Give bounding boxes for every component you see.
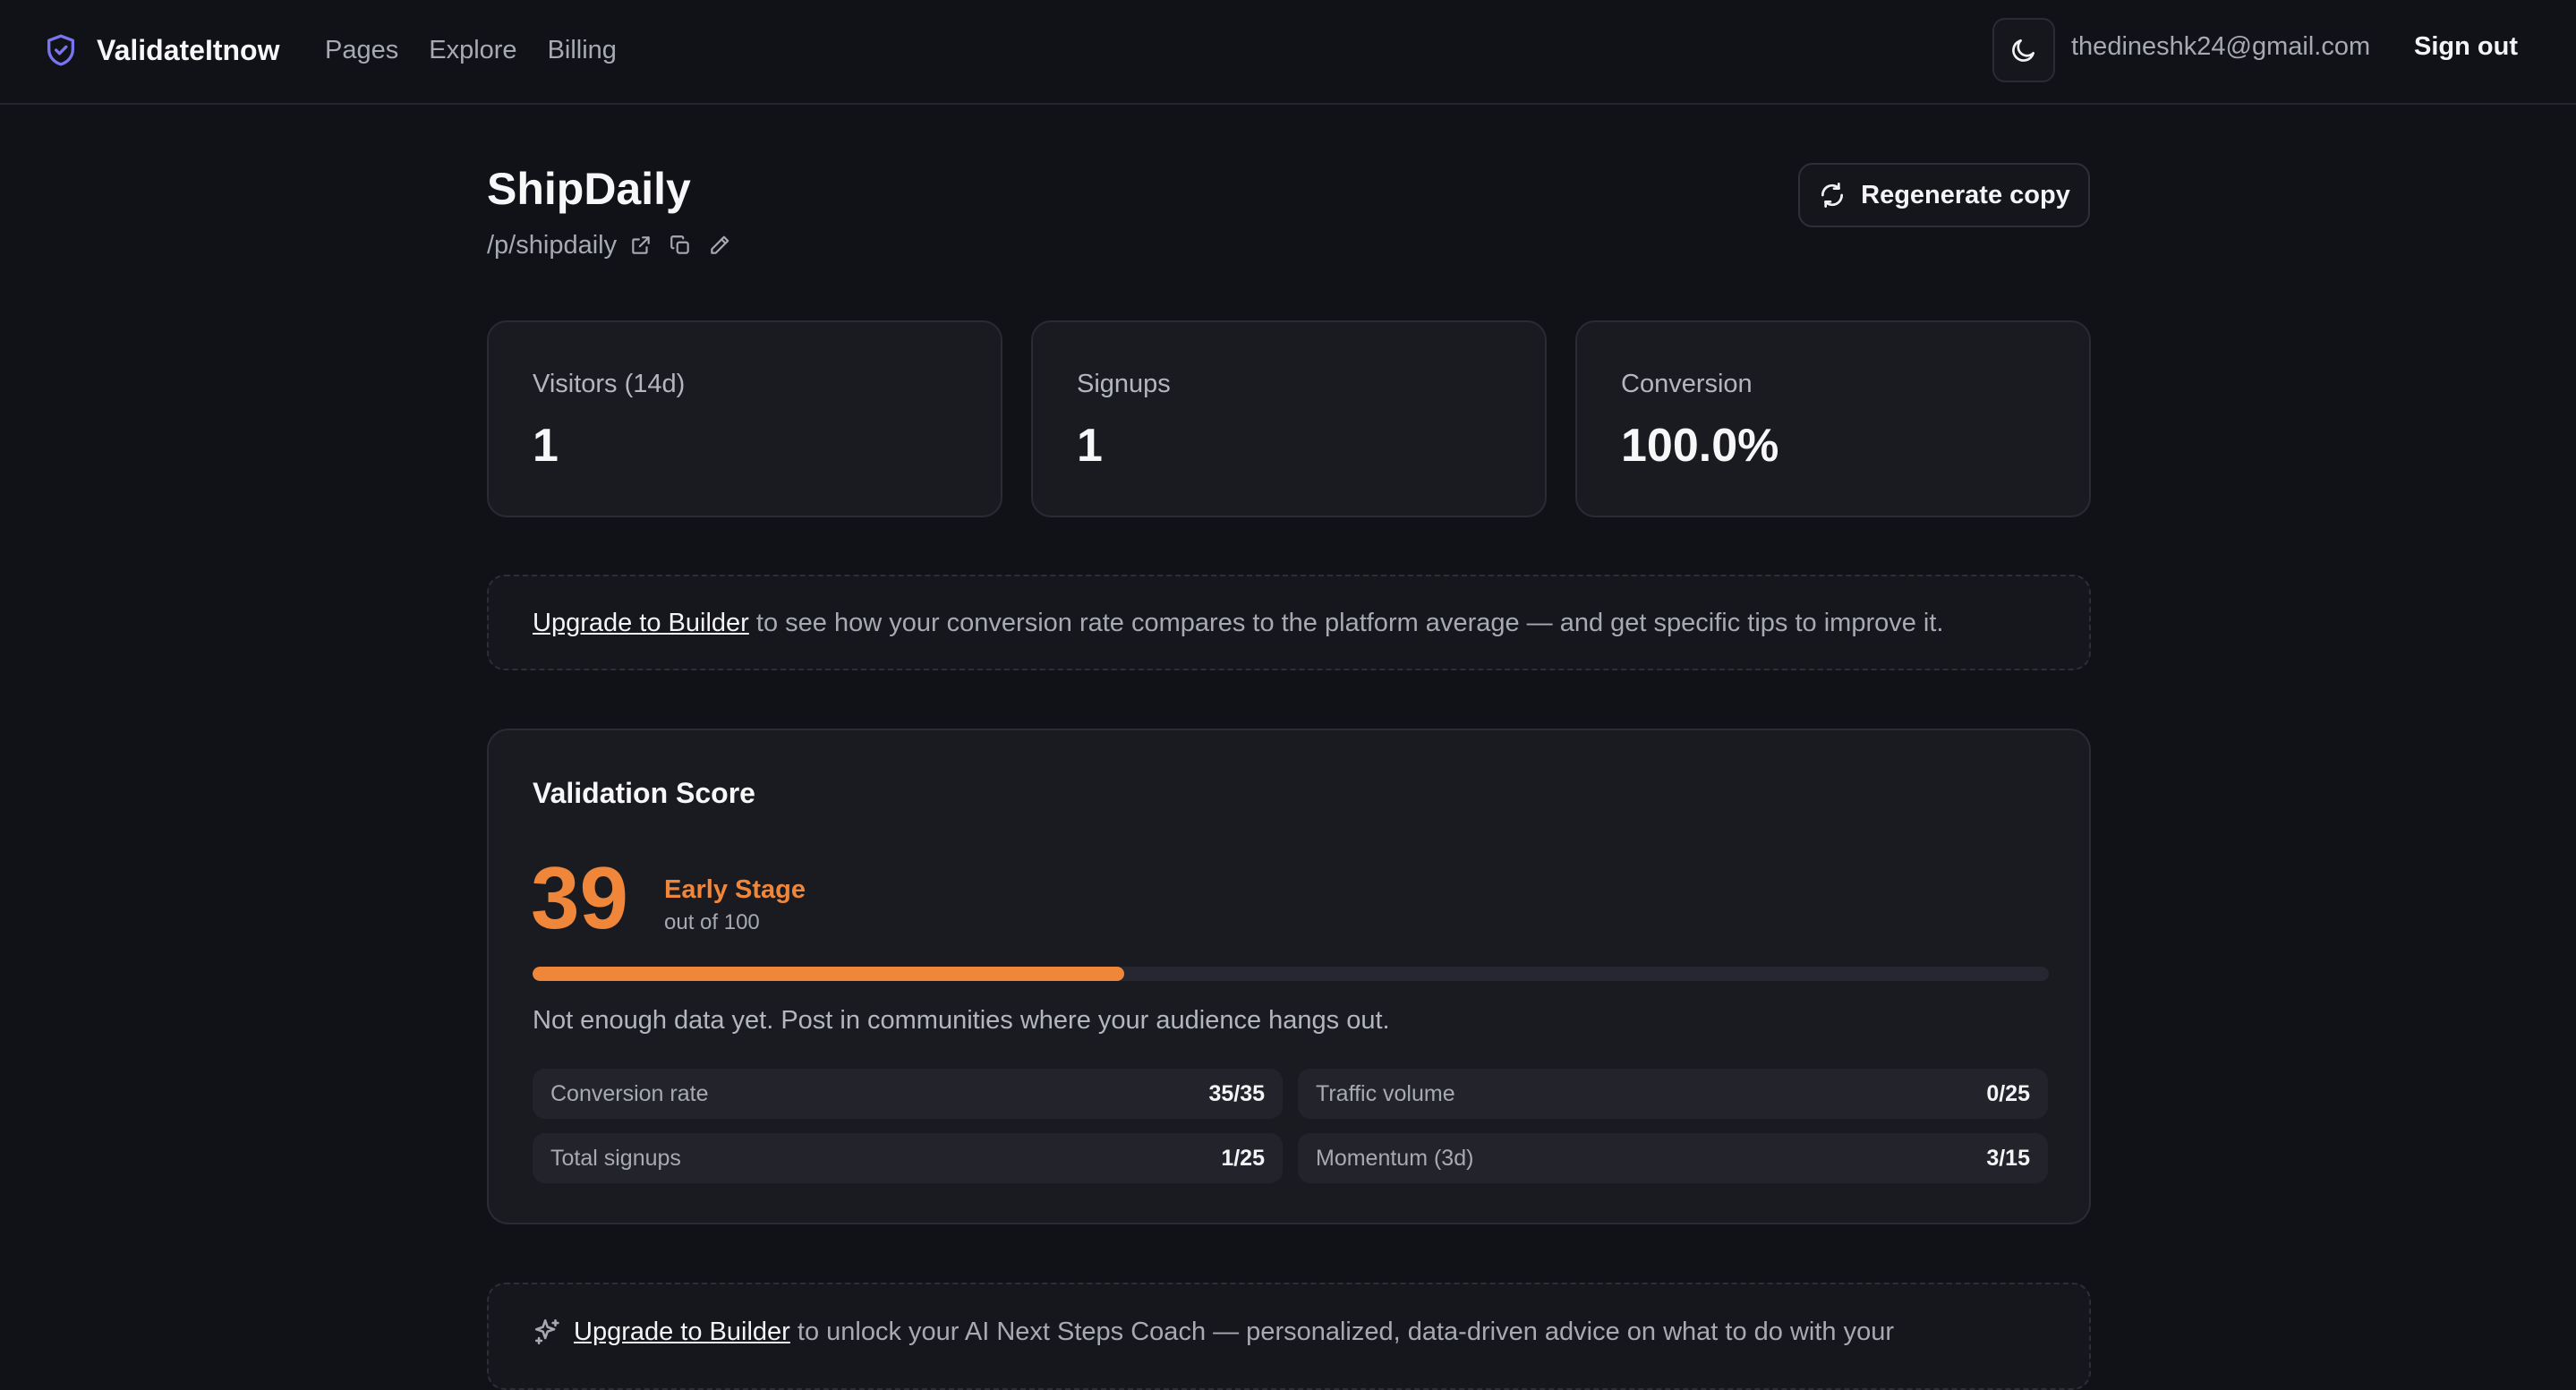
validation-score-number: 39 xyxy=(531,848,629,947)
moon-icon xyxy=(2012,39,2034,62)
page-slug[interactable]: /p/shipdaily xyxy=(487,231,617,260)
nav-link-billing[interactable]: Billing xyxy=(548,36,617,65)
external-link-icon xyxy=(632,236,650,254)
metric-conversion-rate: Conversion rate 35/35 xyxy=(533,1069,1283,1119)
pencil-icon xyxy=(711,235,729,254)
copy-link-button[interactable] xyxy=(665,230,695,260)
open-external-button[interactable] xyxy=(626,230,656,260)
metric-value: 1/25 xyxy=(1221,1146,1265,1171)
metric-label: Total signups xyxy=(550,1146,681,1171)
validation-message: Not enough data yet. Post in communities… xyxy=(533,1006,1390,1035)
metric-value: 0/25 xyxy=(1986,1081,2030,1106)
validation-score-card: Validation Score 39 Early Stage out of 1… xyxy=(487,729,2091,1224)
refresh-icon xyxy=(1821,183,1844,208)
main-nav: Pages Explore Billing xyxy=(325,30,617,70)
stat-card-conversion: Conversion 100.0% xyxy=(1575,320,2091,517)
validation-score-title: Validation Score xyxy=(533,777,755,809)
stat-value: 1 xyxy=(1077,420,1103,472)
regenerate-copy-label: Regenerate copy xyxy=(1861,180,2070,209)
stat-label: Signups xyxy=(1077,370,1171,398)
upgrade-banner-text: Upgrade to Builder to see how your conve… xyxy=(533,609,1943,638)
brand-name: ValidateItnow xyxy=(97,33,280,66)
upgrade-banner: Upgrade to Builder to see how your conve… xyxy=(487,575,2091,670)
stat-value: 1 xyxy=(533,420,559,472)
metric-value: 35/35 xyxy=(1208,1081,1265,1106)
page-slug-row: /p/shipdaily xyxy=(487,229,735,261)
validation-stage-label: Early Stage xyxy=(664,875,806,904)
brand-logo[interactable]: ValidateItnow xyxy=(43,30,279,70)
regenerate-copy-button[interactable]: Regenerate copy xyxy=(1798,163,2090,227)
ai-coach-message: to unlock your AI Next Steps Coach — per… xyxy=(789,1317,1894,1346)
metric-label: Conversion rate xyxy=(550,1081,709,1106)
top-navbar: ValidateItnow Pages Explore Billing thed… xyxy=(0,0,2576,105)
stat-label: Conversion xyxy=(1621,370,1753,398)
sparkles-icon xyxy=(534,1318,559,1345)
shield-check-icon xyxy=(47,34,75,66)
stat-card-visitors: Visitors (14d) 1 xyxy=(487,320,1002,517)
copy-icon xyxy=(670,235,689,254)
stat-value: 100.0% xyxy=(1621,420,1779,472)
ai-coach-text: Upgrade to Builder to unlock your AI Nex… xyxy=(574,1318,1894,1347)
validation-score-max: out of 100 xyxy=(664,910,760,934)
edit-slug-button[interactable] xyxy=(704,230,735,260)
ai-coach-row: Upgrade to Builder to unlock your AI Nex… xyxy=(533,1317,1894,1347)
upgrade-to-builder-link[interactable]: Upgrade to Builder xyxy=(533,609,749,637)
validation-progress-bar xyxy=(533,967,2049,981)
sign-out-button[interactable]: Sign out xyxy=(2414,32,2518,62)
upgrade-to-builder-link[interactable]: Upgrade to Builder xyxy=(574,1318,790,1346)
stat-card-signups: Signups 1 xyxy=(1031,320,1547,517)
metric-label: Traffic volume xyxy=(1316,1081,1455,1106)
upgrade-banner-message: to see how your conversion rate compares… xyxy=(748,609,1944,637)
theme-toggle-button[interactable] xyxy=(1992,18,2055,82)
metric-label: Momentum (3d) xyxy=(1316,1146,1474,1171)
metric-value: 3/15 xyxy=(1986,1146,2030,1171)
metric-traffic-volume: Traffic volume 0/25 xyxy=(1298,1069,2048,1119)
page-title: ShipDaily xyxy=(487,164,691,214)
nav-link-explore[interactable]: Explore xyxy=(429,36,516,65)
metric-total-signups: Total signups 1/25 xyxy=(533,1133,1283,1183)
validation-progress-fill xyxy=(533,967,1124,981)
stat-label: Visitors (14d) xyxy=(533,370,686,398)
user-email: thedineshk24@gmail.com xyxy=(2071,32,2371,61)
ai-coach-banner: Upgrade to Builder to unlock your AI Nex… xyxy=(487,1283,2091,1390)
metric-momentum: Momentum (3d) 3/15 xyxy=(1298,1133,2048,1183)
nav-link-pages[interactable]: Pages xyxy=(325,36,398,65)
